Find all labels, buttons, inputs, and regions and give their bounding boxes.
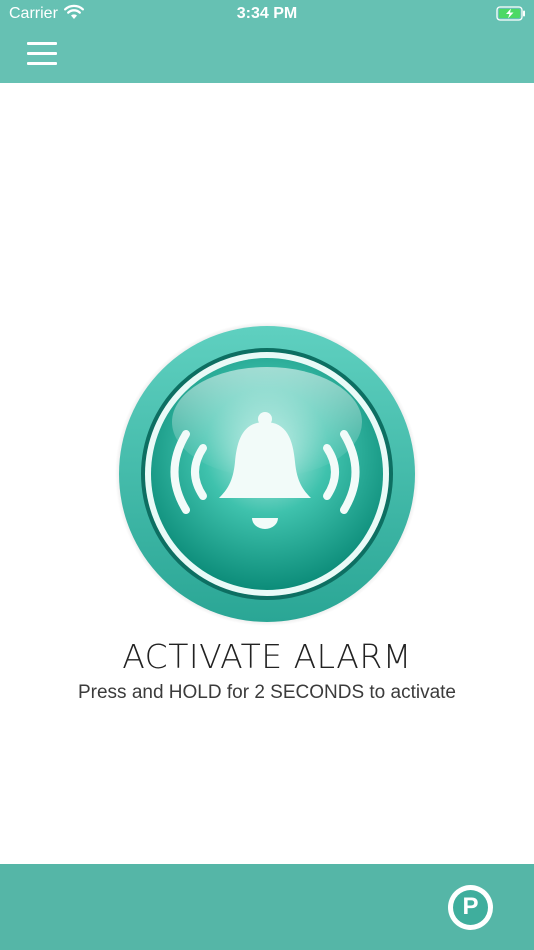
- activation-instruction: Press and HOLD for 2 SECONDS to activate: [77, 682, 457, 703]
- status-bar: Carrier 3:34 PM: [0, 0, 534, 28]
- p-logo-icon[interactable]: P: [448, 885, 493, 930]
- status-time: 3:34 PM: [236, 5, 298, 22]
- page-title: ACTIVATE ALARM: [122, 637, 412, 676]
- activate-alarm-button[interactable]: [115, 322, 419, 626]
- hamburger-menu-icon[interactable]: [27, 42, 57, 66]
- p-logo-letter: P: [462, 893, 479, 920]
- p-logo-circle: P: [453, 890, 488, 925]
- battery-charging-icon: [496, 6, 526, 26]
